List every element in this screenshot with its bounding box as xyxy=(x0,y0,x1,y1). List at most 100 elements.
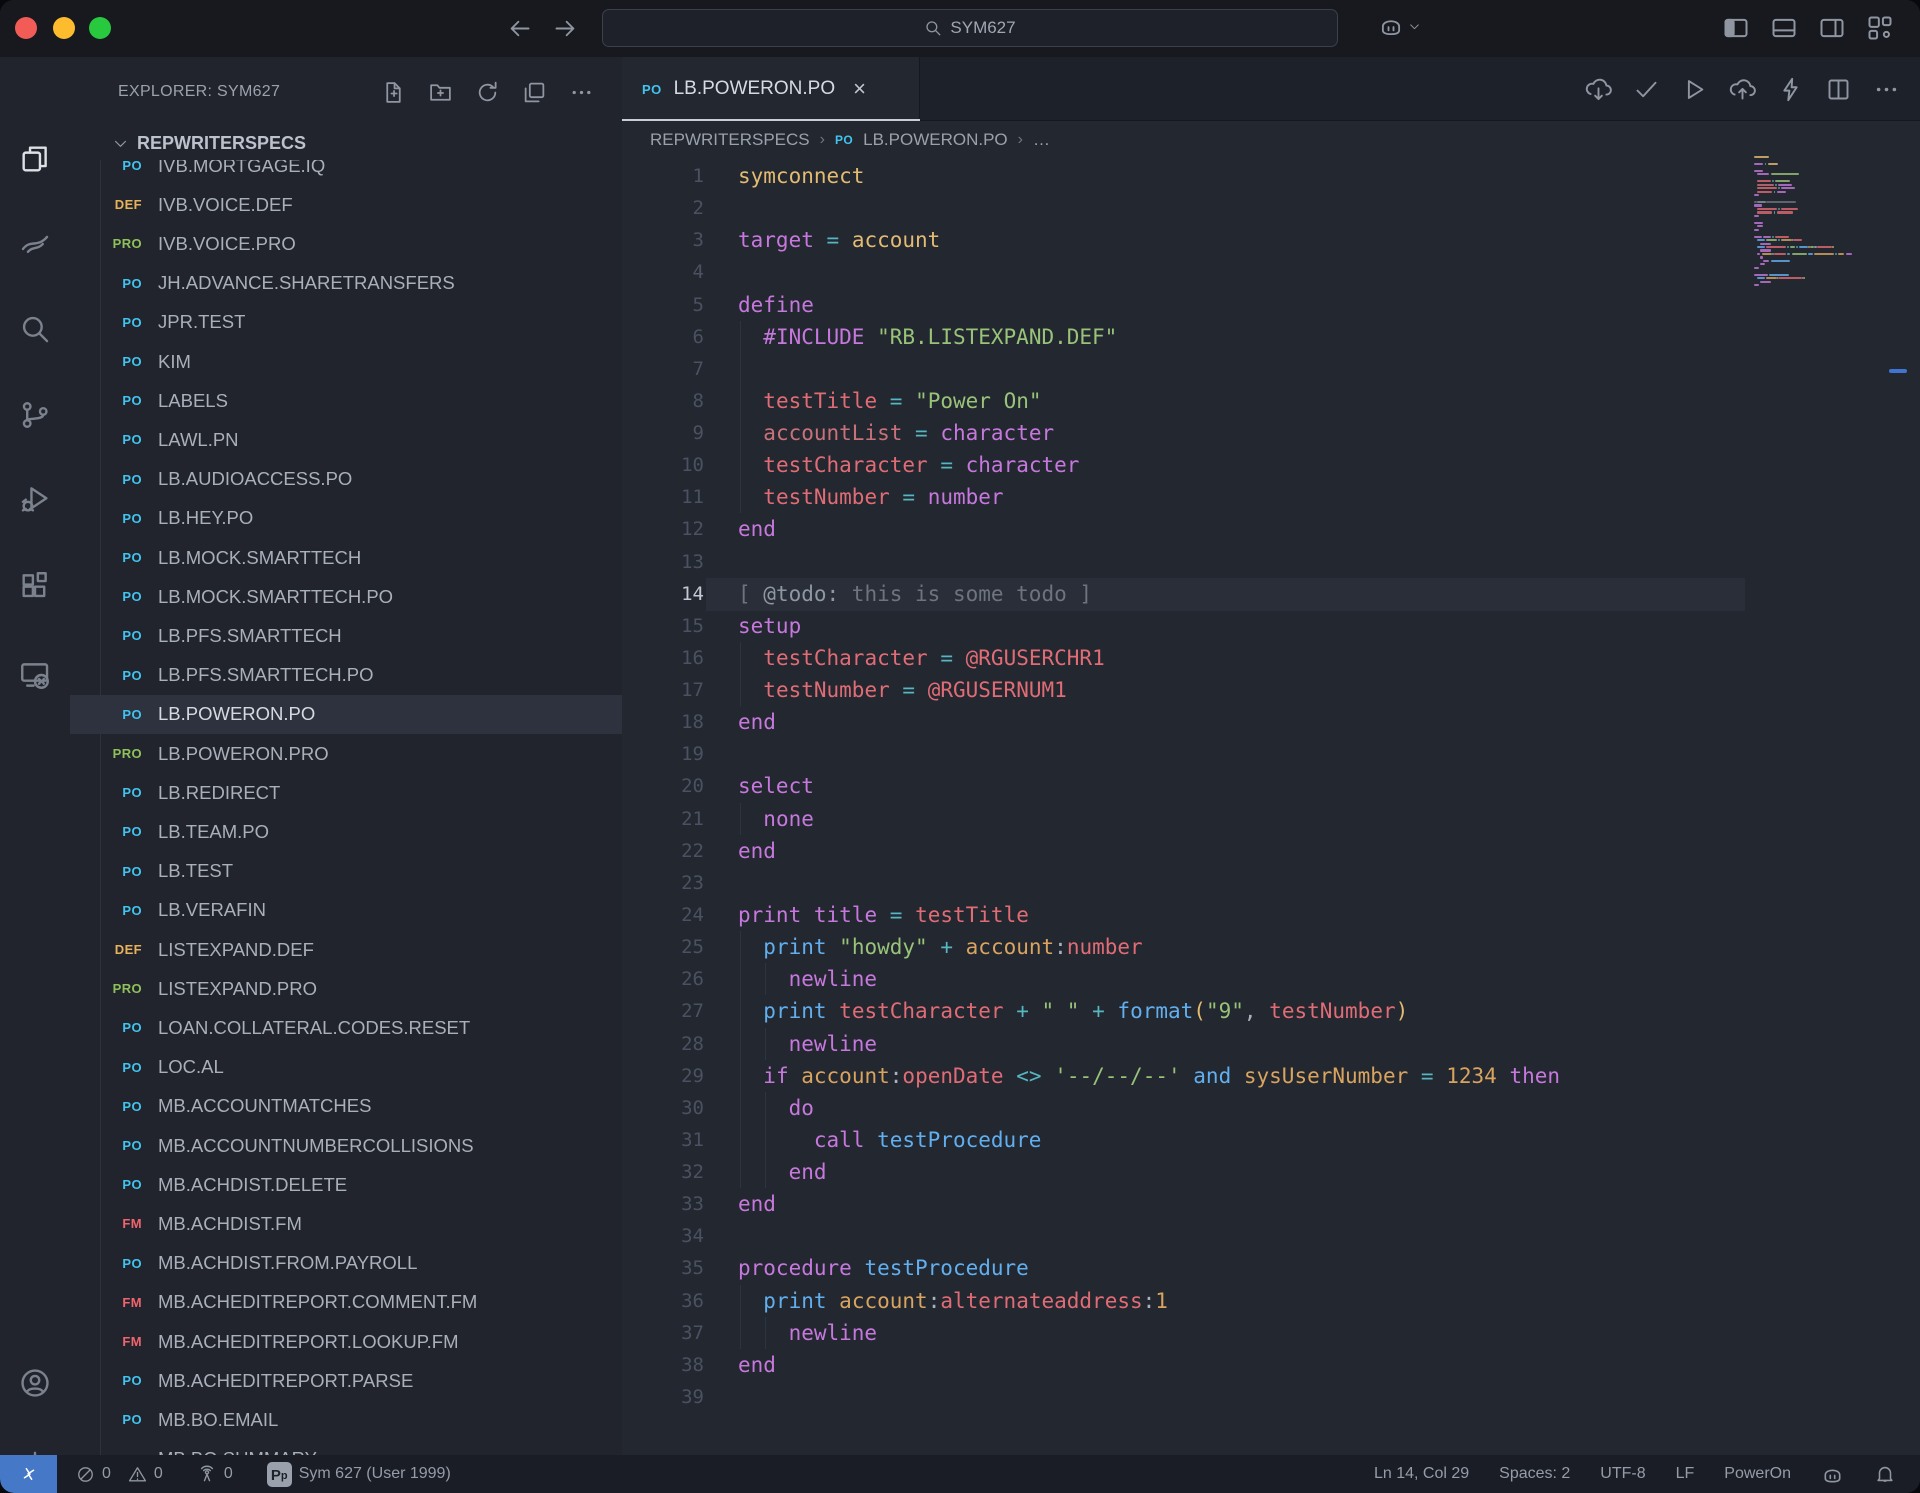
tree-item-lb.audioaccess.po[interactable]: POLB.AUDIOACCESS.PO xyxy=(70,460,622,499)
pull-download-icon[interactable] xyxy=(1585,76,1612,103)
close-tab-icon[interactable]: × xyxy=(853,76,866,102)
tree-item-mb.accountnumbercollisions[interactable]: POMB.ACCOUNTNUMBERCOLLISIONS xyxy=(70,1126,622,1165)
cursor-position[interactable]: Ln 14, Col 29 xyxy=(1374,1465,1469,1483)
tree-item-lb.hey.po[interactable]: POLB.HEY.PO xyxy=(70,499,622,538)
copilot-status-icon[interactable] xyxy=(1821,1463,1844,1486)
tree-item-mb.acheditreport.lookup.fm[interactable]: FMMB.ACHEDITREPORT.LOOKUP.FM xyxy=(70,1322,622,1361)
run-file-icon[interactable] xyxy=(1681,76,1708,103)
tree-item-jpr.test[interactable]: POJPR.TEST xyxy=(70,303,622,342)
upload-install-icon[interactable] xyxy=(1729,76,1756,103)
breadcrumb-symbol-more[interactable]: … xyxy=(1033,130,1050,150)
encoding[interactable]: UTF-8 xyxy=(1600,1465,1645,1483)
notifications-bell-icon[interactable] xyxy=(1874,1463,1896,1485)
indentation[interactable]: Spaces: 2 xyxy=(1499,1465,1570,1483)
breadcrumb-folder[interactable]: REPWRITERSPECS xyxy=(650,130,810,150)
source-control-icon[interactable] xyxy=(18,398,52,432)
minimize-window-button[interactable] xyxy=(53,17,75,39)
tree-item-loan.collateral.codes.reset[interactable]: POLOAN.COLLATERAL.CODES.RESET xyxy=(70,1008,622,1047)
tree-item-kim[interactable]: POKIM xyxy=(70,342,622,381)
problems-status[interactable]: 0 0 xyxy=(76,1465,163,1484)
tree-item-labels[interactable]: POLABELS xyxy=(70,381,622,420)
tree-item-lb.verafin[interactable]: POLB.VERAFIN xyxy=(70,891,622,930)
code-editor[interactable]: 1symconnect23target = account45define6 #… xyxy=(622,158,1920,1455)
tree-item-jh.advance.sharetransfers[interactable]: POJH.ADVANCE.SHARETRANSFERS xyxy=(70,264,622,303)
editor-tab-bar: PO LB.POWERON.PO × xyxy=(622,57,1920,121)
more-actions-icon[interactable] xyxy=(569,80,594,105)
minimap-line xyxy=(1754,267,1759,269)
explorer-icon[interactable] xyxy=(18,142,52,176)
copilot-menu[interactable] xyxy=(1378,13,1421,39)
tree-item-listexpand.pro[interactable]: PROLISTEXPAND.PRO xyxy=(70,969,622,1008)
line-number: 37 xyxy=(622,1317,704,1349)
line-number: 39 xyxy=(622,1381,704,1413)
run-debug-icon[interactable] xyxy=(18,482,52,516)
zoom-window-button[interactable] xyxy=(89,17,111,39)
tree-item-mb.achdist.delete[interactable]: POMB.ACHDIST.DELETE xyxy=(70,1165,622,1204)
eol-sequence[interactable]: LF xyxy=(1676,1465,1695,1483)
symitar-icon[interactable] xyxy=(18,227,52,261)
line-number: 22 xyxy=(622,835,704,867)
file-type-badge: PRO xyxy=(106,236,142,251)
search-view-icon[interactable] xyxy=(18,312,52,346)
remote-indicator[interactable] xyxy=(0,1455,57,1493)
navigate-back-icon[interactable] xyxy=(506,15,533,42)
tree-item-loc.al[interactable]: POLOC.AL xyxy=(70,1048,622,1087)
tree-item-ivb.mortgage.iq[interactable]: POIVB.MORTGAGE.IQ xyxy=(70,158,622,185)
tree-item-lb.poweron.po[interactable]: POLB.POWERON.PO xyxy=(70,695,622,734)
tree-item-ivb.voice.def[interactable]: DEFIVB.VOICE.DEF xyxy=(70,185,622,224)
tree-item-mb.achdist.fm[interactable]: FMMB.ACHDIST.FM xyxy=(70,1204,622,1243)
tree-item-lb.mock.smarttech.po[interactable]: POLB.MOCK.SMARTTECH.PO xyxy=(70,577,622,616)
refresh-icon[interactable] xyxy=(475,80,500,105)
language-mode[interactable]: PowerOn xyxy=(1724,1465,1791,1483)
zap-icon[interactable] xyxy=(1777,76,1804,103)
tree-item-lb.redirect[interactable]: POLB.REDIRECT xyxy=(70,773,622,812)
host-status[interactable]: Pp Sym 627 (User 1999) xyxy=(267,1462,451,1487)
accounts-icon[interactable] xyxy=(18,1366,52,1400)
ports-status[interactable]: 0 xyxy=(197,1464,233,1484)
tree-item-lawl.pn[interactable]: POLAWL.PN xyxy=(70,420,622,459)
split-editor-icon[interactable] xyxy=(1825,76,1852,103)
breadcrumb-file[interactable]: LB.POWERON.PO xyxy=(863,130,1008,150)
collapse-folders-icon[interactable] xyxy=(522,80,547,105)
tree-item-lb.test[interactable]: POLB.TEST xyxy=(70,852,622,891)
file-name: LB.PFS.SMARTTECH.PO xyxy=(158,664,374,686)
tab-lb-poweron-po[interactable]: PO LB.POWERON.PO × xyxy=(622,57,920,121)
toggle-secondary-sidebar-button[interactable] xyxy=(1818,14,1846,42)
remote-explorer-icon[interactable] xyxy=(18,658,52,692)
radio-tower-icon xyxy=(197,1464,217,1484)
tree-item-lb.mock.smarttech[interactable]: POLB.MOCK.SMARTTECH xyxy=(70,538,622,577)
file-type-badge: PO xyxy=(106,393,142,408)
toggle-panel-button[interactable] xyxy=(1770,14,1798,42)
minimap-line xyxy=(1754,222,1763,224)
tree-item-mb.achdist.from.payroll[interactable]: POMB.ACHDIST.FROM.PAYROLL xyxy=(70,1244,622,1283)
tree-item-mb.accountmatches[interactable]: POMB.ACCOUNTMATCHES xyxy=(70,1087,622,1126)
tree-item-lb.pfs.smarttech[interactable]: POLB.PFS.SMARTTECH xyxy=(70,616,622,655)
close-window-button[interactable] xyxy=(15,17,37,39)
vscode-window: SYM627 xyxy=(0,0,1920,1493)
extensions-icon[interactable] xyxy=(18,569,52,603)
tree-item-mb.bo.email[interactable]: POMB.BO.EMAIL xyxy=(70,1400,622,1439)
toggle-primary-sidebar-button[interactable] xyxy=(1722,14,1750,42)
validate-check-icon[interactable] xyxy=(1633,76,1660,103)
tree-item-lb.team.po[interactable]: POLB.TEAM.PO xyxy=(70,812,622,851)
file-name: LB.POWERON.PO xyxy=(158,703,315,725)
command-center-search[interactable]: SYM627 xyxy=(602,9,1338,47)
tree-item-mb.acheditreport.comment.fm[interactable]: FMMB.ACHEDITREPORT.COMMENT.FM xyxy=(70,1283,622,1322)
tree-item-lb.poweron.pro[interactable]: PROLB.POWERON.PRO xyxy=(70,734,622,773)
tree-item-mb.acheditreport.parse[interactable]: POMB.ACHEDITREPORT.PARSE xyxy=(70,1361,622,1400)
customize-layout-button[interactable] xyxy=(1866,14,1894,42)
tree-item-ivb.voice.pro[interactable]: PROIVB.VOICE.PRO xyxy=(70,224,622,263)
new-file-icon[interactable] xyxy=(381,80,406,105)
tree-item-lb.pfs.smarttech.po[interactable]: POLB.PFS.SMARTTECH.PO xyxy=(70,656,622,695)
line-number: 24 xyxy=(622,899,704,931)
file-type-badge: PO xyxy=(106,432,142,447)
folder-section-header[interactable]: REPWRITERSPECS xyxy=(70,127,622,160)
file-type-badge: PO xyxy=(106,472,142,487)
minimap[interactable] xyxy=(1754,156,1888,296)
new-folder-icon[interactable] xyxy=(428,80,453,105)
tree-item-listexpand.def[interactable]: DEFLISTEXPAND.DEF xyxy=(70,930,622,969)
editor-more-actions-icon[interactable] xyxy=(1873,76,1900,103)
tree-item-mb.bo.summary[interactable]: POMB.BO.SUMMARY xyxy=(70,1440,622,1455)
navigate-forward-icon[interactable] xyxy=(552,15,579,42)
minimap-line xyxy=(1771,260,1791,262)
